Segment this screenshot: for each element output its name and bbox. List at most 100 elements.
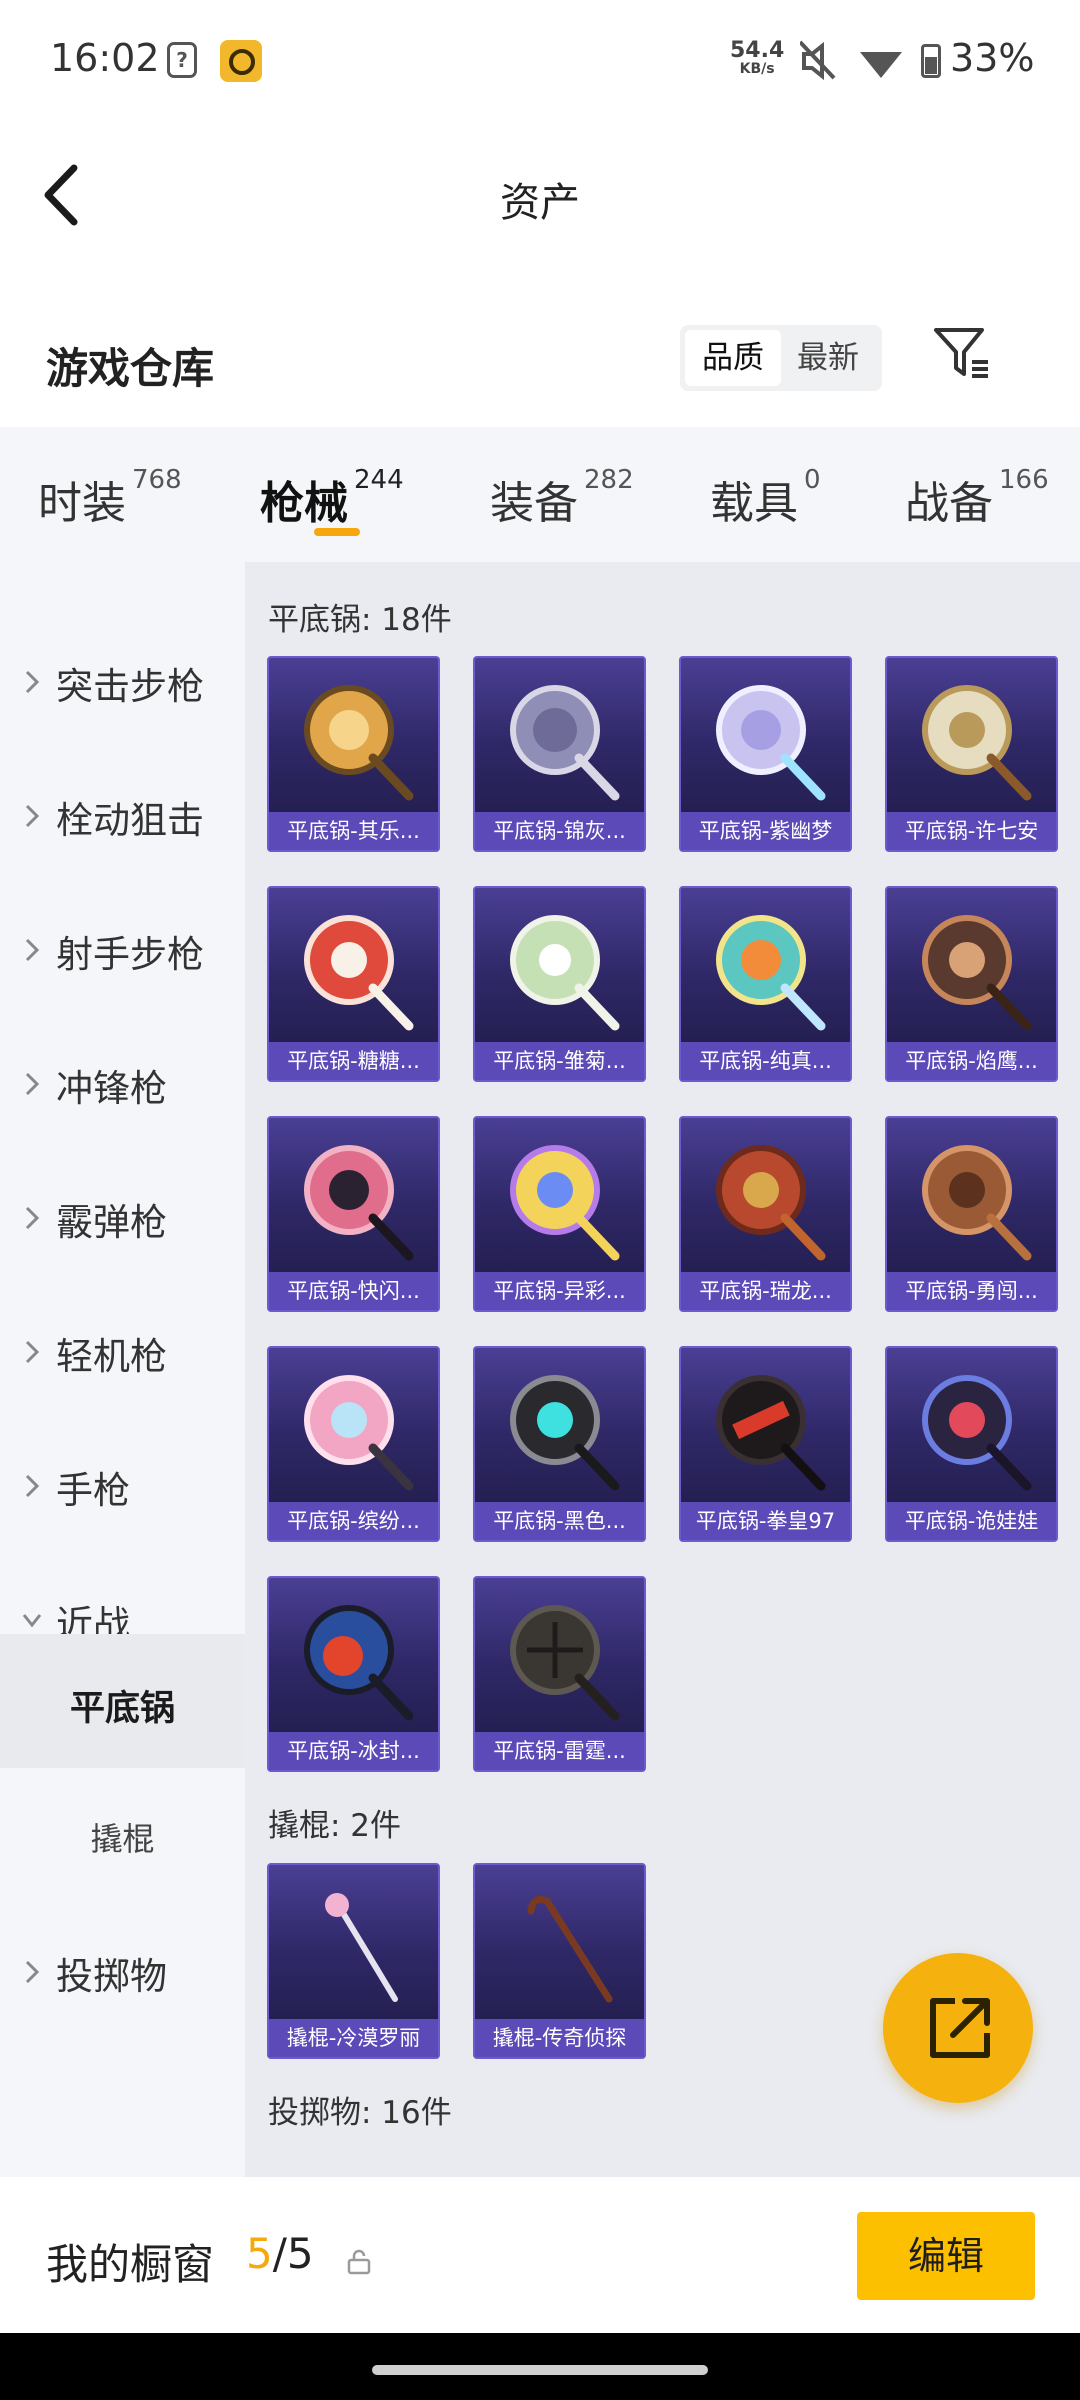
frying-pan-image	[716, 685, 826, 801]
showcase-label: 我的橱窗	[46, 2240, 215, 2289]
item-card[interactable]: 平底锅-冰封...	[267, 1576, 440, 1772]
tab-equipment[interactable]: 装备 282	[490, 465, 634, 531]
chevron-right-icon	[25, 1072, 40, 1096]
frying-pan-image	[716, 915, 826, 1031]
unknown-notification-icon: ?	[167, 42, 197, 78]
frying-pan-image	[922, 1145, 1032, 1261]
item-card[interactable]: 平底锅-雏菊...	[473, 886, 646, 1082]
section-title-frying-pan: 平底锅: 18件	[268, 602, 452, 638]
frying-pan-image	[510, 915, 620, 1031]
item-card[interactable]: 撬棍-传奇侦探	[473, 1863, 646, 2059]
system-nav-bar	[0, 2333, 1080, 2400]
external-link-icon	[930, 1998, 990, 2058]
frying-pan-image	[510, 685, 620, 801]
frying-pan-image	[304, 915, 414, 1031]
section-title-crowbar: 撬棍: 2件	[268, 1808, 402, 1844]
showcase-bar: 我的橱窗 5/5 编辑	[0, 2177, 1080, 2333]
frying-pan-image	[922, 915, 1032, 1031]
item-card[interactable]: 平底锅-焰鹰...	[885, 886, 1058, 1082]
item-name: 平底锅-异彩...	[475, 1272, 644, 1310]
edit-button[interactable]: 编辑	[857, 2212, 1035, 2300]
wifi-icon	[860, 52, 902, 78]
sidebar-item-bolt-sniper[interactable]: 栓动狙击	[0, 766, 245, 866]
item-card[interactable]: 平底锅-缤纷...	[267, 1346, 440, 1542]
item-card[interactable]: 平底锅-其乐...	[267, 656, 440, 852]
item-name: 平底锅-许七安	[887, 812, 1056, 850]
sidebar-item-assault-rifle[interactable]: 突击步枪	[0, 632, 245, 732]
item-name: 撬棍-冷漠罗丽	[269, 2019, 438, 2057]
item-name: 平底锅-瑞龙...	[681, 1272, 850, 1310]
filter-button[interactable]	[930, 322, 994, 386]
frying-pan-image	[304, 685, 414, 801]
item-card[interactable]: 平底锅-纯真...	[679, 886, 852, 1082]
sidebar-item-marksman-rifle[interactable]: 射手步枪	[0, 900, 245, 1000]
battery-percent: 33%	[950, 36, 1035, 80]
mute-icon	[800, 40, 836, 81]
frying-pan-image	[922, 685, 1032, 801]
item-card[interactable]: 平底锅-诡娃娃	[885, 1346, 1058, 1542]
item-card[interactable]: 平底锅-锦灰...	[473, 656, 646, 852]
sidebar-subitem-frying-pan[interactable]: 平底锅	[0, 1634, 245, 1768]
crowbar-image	[325, 1893, 398, 2002]
category-tabs: 时装 768 枪械 244 装备 282 载具 0 战备 166	[0, 427, 1080, 562]
frying-pan-image	[304, 1605, 414, 1721]
item-card[interactable]: 平底锅-雷霆...	[473, 1576, 646, 1772]
page-title: 资产	[500, 180, 580, 226]
item-name: 平底锅-其乐...	[269, 812, 438, 850]
item-card[interactable]: 平底锅-糖糖...	[267, 886, 440, 1082]
tab-vehicles[interactable]: 载具 0	[710, 465, 821, 531]
tab-fashion[interactable]: 时装 768	[38, 465, 182, 531]
frying-pan-image	[716, 1145, 826, 1261]
app-notification-icon	[220, 40, 262, 82]
item-name: 平底锅-焰鹰...	[887, 1042, 1056, 1080]
chevron-right-icon	[25, 1960, 40, 1984]
item-card[interactable]: 平底锅-拳皇97	[679, 1346, 852, 1542]
tab-supplies[interactable]: 战备 166	[905, 465, 1049, 531]
chevron-right-icon	[25, 670, 40, 694]
item-card[interactable]: 平底锅-许七安	[885, 656, 1058, 852]
item-name: 平底锅-纯真...	[681, 1042, 850, 1080]
lock-icon	[347, 2249, 371, 2275]
item-name: 平底锅-缤纷...	[269, 1502, 438, 1540]
warehouse-title: 游戏仓库	[46, 344, 215, 393]
home-gesture-handle[interactable]	[372, 2365, 708, 2375]
section-title-throwables: 投掷物: 16件	[268, 2095, 452, 2131]
showcase-count: 5/5	[246, 2229, 314, 2278]
item-name: 平底锅-紫幽梦	[681, 812, 850, 850]
sidebar-item-pistol[interactable]: 手枪	[0, 1436, 245, 1536]
chevron-right-icon	[25, 804, 40, 828]
status-bar: 16:02 ? 54.4 KB/s 33%	[0, 0, 1080, 124]
item-name: 平底锅-拳皇97	[681, 1502, 850, 1540]
sidebar-item-shotgun[interactable]: 霰弹枪	[0, 1168, 245, 1268]
sidebar-item-throwables[interactable]: 投掷物	[0, 1922, 245, 2022]
item-card[interactable]: 平底锅-瑞龙...	[679, 1116, 852, 1312]
battery-icon	[921, 44, 941, 78]
chevron-right-icon	[25, 938, 40, 962]
sort-by-newest[interactable]: 最新	[780, 330, 876, 386]
network-speed-value: 54.4	[730, 38, 785, 63]
item-name: 平底锅-雏菊...	[475, 1042, 644, 1080]
sort-by-quality[interactable]: 品质	[685, 330, 781, 386]
item-card[interactable]: 平底锅-异彩...	[473, 1116, 646, 1312]
item-card[interactable]: 平底锅-勇闯...	[885, 1116, 1058, 1312]
network-speed: 54.4 KB/s	[730, 38, 785, 77]
frying-pan-image	[510, 1145, 620, 1261]
frying-pan-image	[510, 1375, 620, 1491]
item-card[interactable]: 平底锅-黑色...	[473, 1346, 646, 1542]
frying-pan-image	[922, 1375, 1032, 1491]
frying-pan-image	[716, 1375, 826, 1491]
item-card[interactable]: 撬棍-冷漠罗丽	[267, 1863, 440, 2059]
item-name: 平底锅-冰封...	[269, 1732, 438, 1770]
sidebar-item-lmg[interactable]: 轻机枪	[0, 1302, 245, 1402]
item-card[interactable]: 平底锅-紫幽梦	[679, 656, 852, 852]
tab-firearms[interactable]: 枪械 244	[260, 465, 404, 531]
item-name: 平底锅-雷霆...	[475, 1732, 644, 1770]
item-card[interactable]: 平底锅-快闪...	[267, 1116, 440, 1312]
sidebar-subitem-crowbar[interactable]: 撬棍	[0, 1768, 245, 1902]
sidebar-item-smg[interactable]: 冲锋枪	[0, 1034, 245, 1134]
status-time: 16:02	[50, 36, 160, 80]
share-fab-button[interactable]	[883, 1953, 1033, 2103]
item-name: 平底锅-黑色...	[475, 1502, 644, 1540]
item-name: 平底锅-诡娃娃	[887, 1502, 1056, 1540]
item-name: 撬棍-传奇侦探	[475, 2019, 644, 2057]
